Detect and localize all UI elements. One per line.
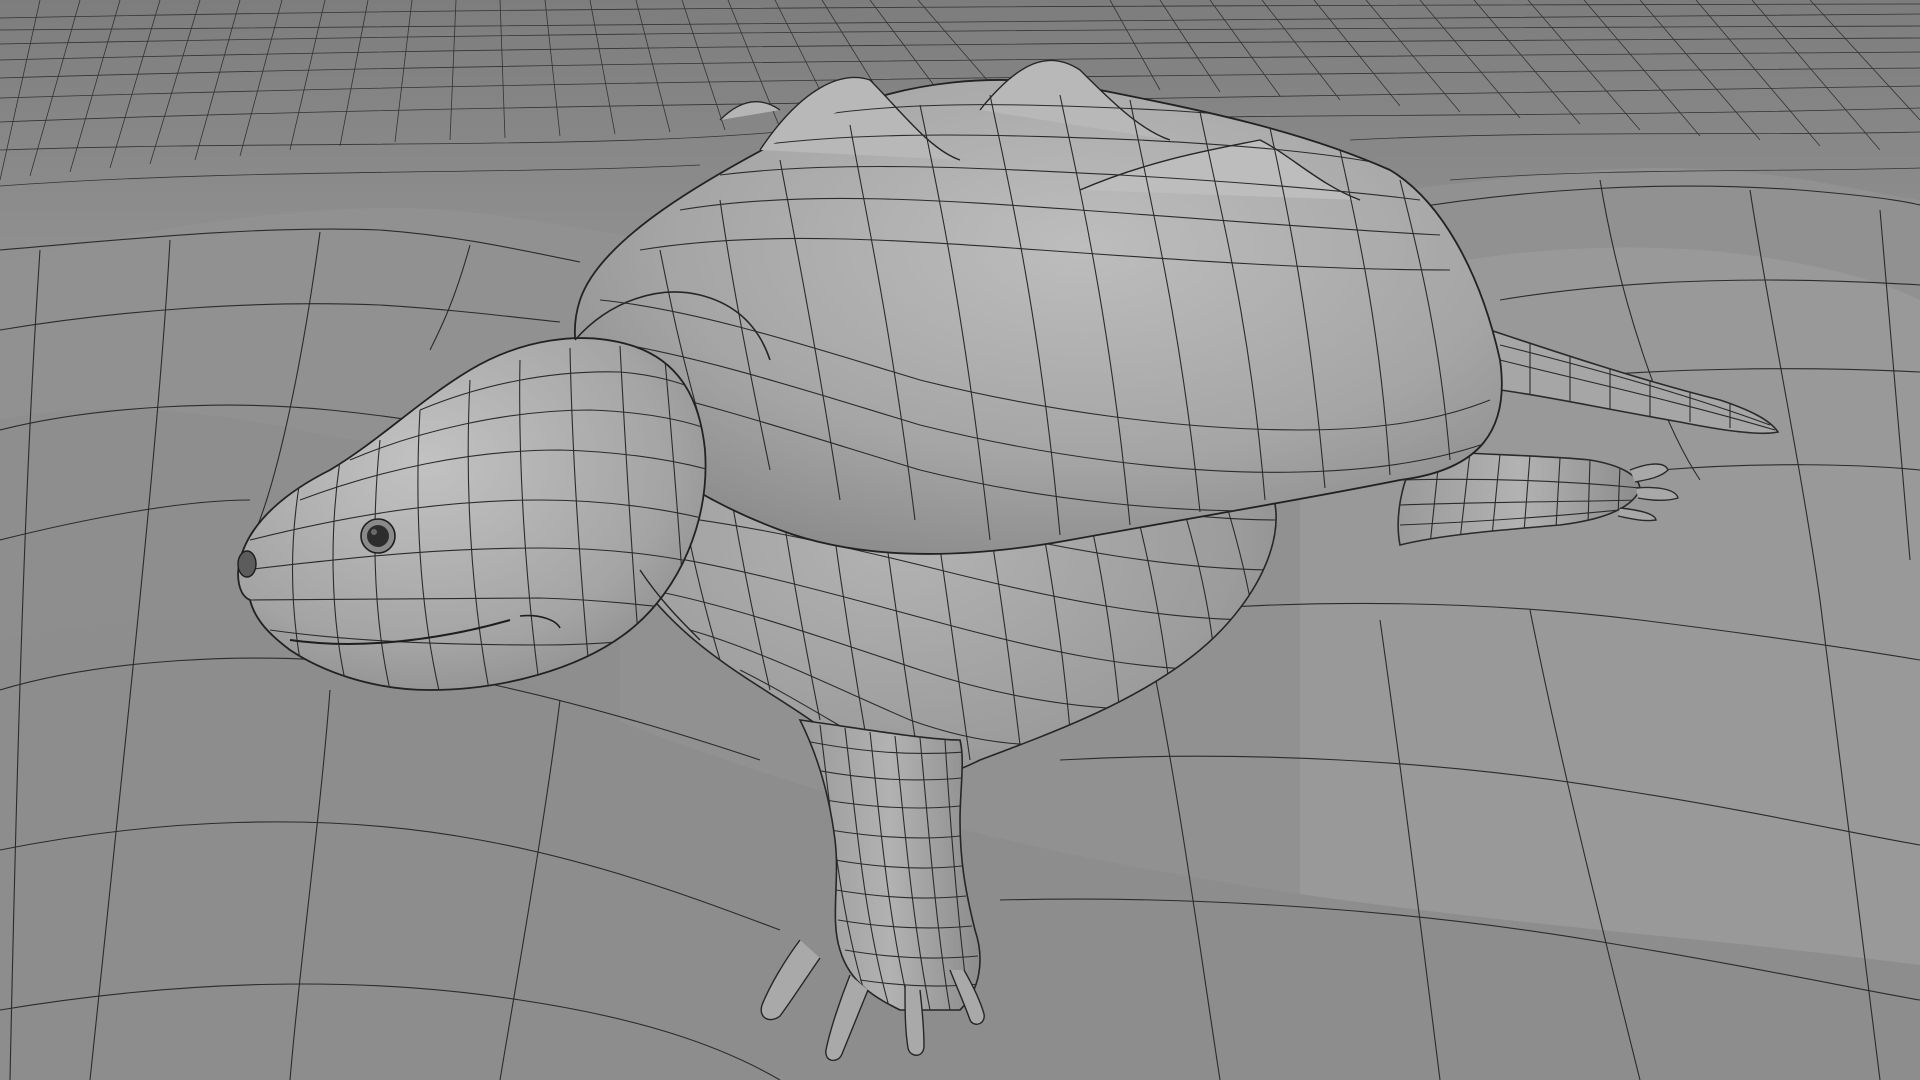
nostril	[237, 550, 257, 578]
3d-viewport[interactable]	[0, 0, 1920, 1080]
viewport-render	[0, 0, 1920, 1080]
eye-icon	[360, 518, 396, 554]
